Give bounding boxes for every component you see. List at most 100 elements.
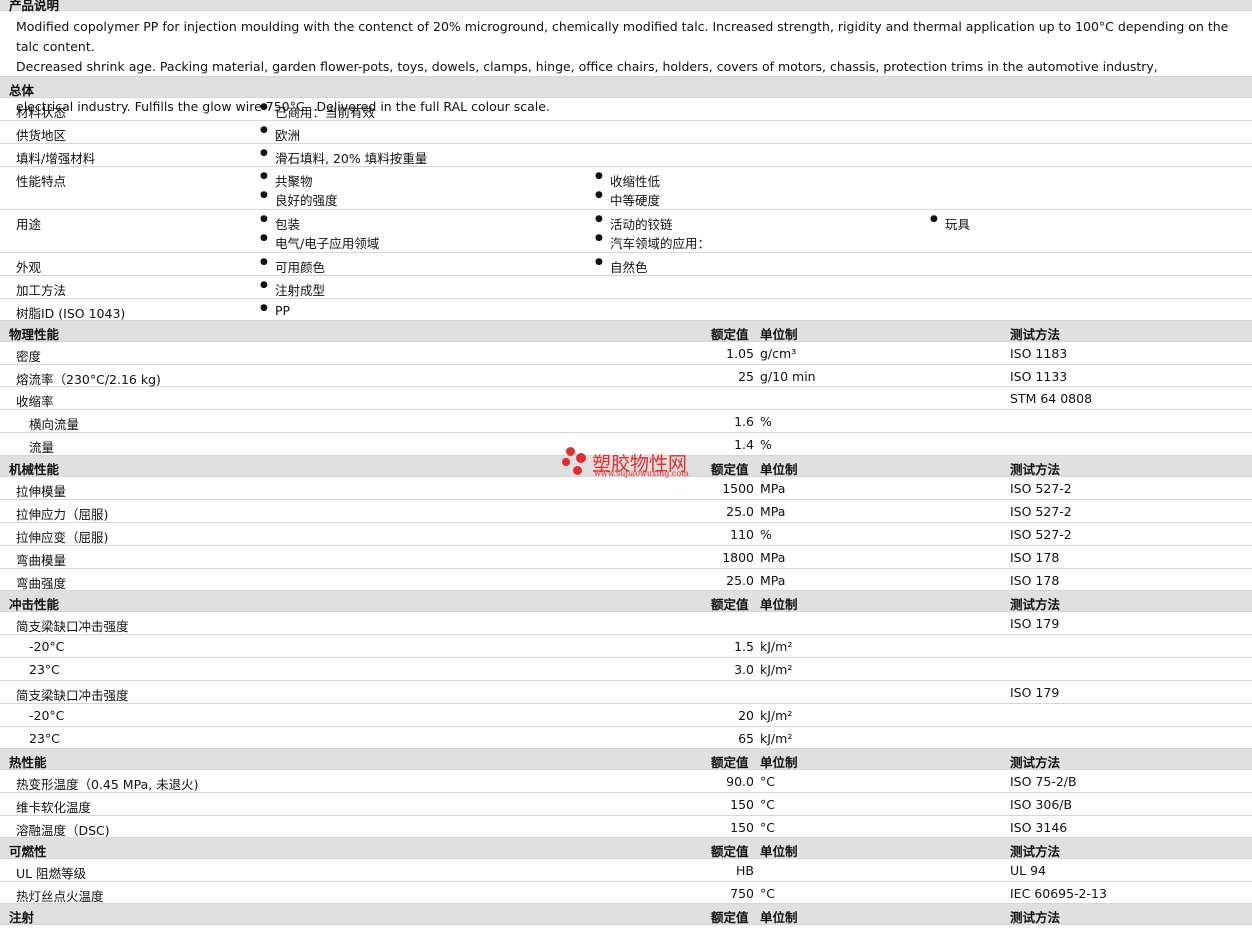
general-row: 外观 可用颜色 自然色 bbox=[0, 253, 1252, 276]
row-item: 中等硬度 bbox=[595, 190, 660, 209]
row-item: 滑石填料, 20% 填料按重量 bbox=[260, 148, 427, 167]
col-header-method: 测试方法 bbox=[1010, 597, 1061, 612]
test-method: ISO 527-2 bbox=[1010, 527, 1072, 542]
property-row: 23°C 65 kJ/m² bbox=[0, 727, 1252, 749]
property-label: 拉伸应变（屈服) bbox=[16, 530, 109, 545]
property-label: 简支梁缺口冲击强度 bbox=[16, 688, 129, 703]
row-label: 外观 bbox=[16, 260, 42, 275]
property-row: -20°C 20 kJ/m² bbox=[0, 704, 1252, 727]
property-unit: kJ/m² bbox=[760, 731, 793, 746]
property-row: 热变形温度（0.45 MPa, 未退火) 90.0 °C ISO 75-2/B bbox=[0, 770, 1252, 793]
general-row: 填料/增强材料 滑石填料, 20% 填料按重量 bbox=[0, 144, 1252, 167]
property-unit: °C bbox=[760, 797, 775, 812]
property-label: 简支梁缺口冲击强度 bbox=[16, 619, 129, 634]
property-unit: % bbox=[760, 527, 772, 542]
property-unit: % bbox=[760, 437, 772, 452]
property-unit: MPa bbox=[760, 504, 786, 519]
property-label: 维卡软化温度 bbox=[16, 800, 92, 815]
row-item: 欧洲 bbox=[260, 125, 300, 144]
row-label: 材料状态 bbox=[16, 105, 67, 120]
property-value: HB bbox=[736, 863, 754, 878]
property-unit: MPa bbox=[760, 573, 786, 588]
test-method: ISO 306/B bbox=[1010, 797, 1073, 812]
property-value: 25.0 bbox=[726, 573, 754, 588]
row-item: 收缩性低 bbox=[595, 171, 660, 190]
row-item: 共聚物 bbox=[260, 171, 312, 190]
property-label: 拉伸模量 bbox=[16, 484, 67, 499]
section-title: 可燃性 bbox=[9, 844, 47, 859]
property-value: 150 bbox=[730, 820, 754, 835]
row-item: 汽车领域的应用： bbox=[595, 233, 710, 252]
property-label: 拉伸应力（屈服) bbox=[16, 507, 109, 522]
property-value: 65 bbox=[738, 731, 754, 746]
section-header-physical: 物理性能 额定值 单位制 测试方法 bbox=[0, 321, 1252, 342]
row-item: 包装 bbox=[260, 214, 300, 233]
row-label: 填料/增强材料 bbox=[16, 151, 96, 166]
property-value: 1.6 bbox=[734, 414, 754, 429]
section-title: 总体 bbox=[9, 83, 35, 98]
section-header-injection: 注射 额定值 单位制 测试方法 bbox=[0, 904, 1252, 925]
property-unit: g/10 min bbox=[760, 369, 816, 384]
row-item: 注射成型 bbox=[260, 280, 325, 299]
general-row: 用途 包装 活动的铰链 玩具 电气/电子应用领域 汽车领域的应用： bbox=[0, 210, 1252, 253]
col-header-method: 测试方法 bbox=[1010, 327, 1061, 342]
watermark-url: www.sujiaowuxing.com bbox=[594, 469, 689, 478]
row-item: 可用颜色 bbox=[260, 257, 325, 276]
section-title: 热性能 bbox=[9, 755, 47, 770]
col-header-unit: 单位制 bbox=[760, 755, 798, 770]
property-unit: °C bbox=[760, 774, 775, 789]
section-header-thermal: 热性能 额定值 单位制 测试方法 bbox=[0, 749, 1252, 770]
property-unit: kJ/m² bbox=[760, 708, 793, 723]
logo-dot bbox=[562, 458, 570, 466]
section-header-impact: 冲击性能 额定值 单位制 测试方法 bbox=[0, 591, 1252, 612]
property-row: 收缩率 STM 64 0808 bbox=[0, 387, 1252, 410]
property-row: 拉伸应变（屈服) 110% ISO 527-2 bbox=[0, 523, 1252, 546]
col-header-value: 额定值 bbox=[711, 910, 749, 925]
general-row: 材料状态 已商用：当前有效 bbox=[0, 98, 1252, 121]
property-value: 3.0 bbox=[734, 662, 754, 677]
property-row: UL 阻燃等级 HB UL 94 bbox=[0, 859, 1252, 882]
property-value: 1.05 bbox=[726, 346, 754, 361]
section-title: 注射 bbox=[9, 910, 35, 925]
logo-dot bbox=[573, 466, 582, 475]
test-method: ISO 178 bbox=[1010, 550, 1060, 565]
property-label: 熔流率（230°C/2.16 kg) bbox=[16, 372, 161, 387]
property-value: 25 bbox=[738, 369, 754, 384]
general-row: 树脂ID (ISO 1043) PP bbox=[0, 299, 1252, 321]
general-row: 供货地区 欧洲 bbox=[0, 121, 1252, 144]
property-row: 密度 1.05 g/cm³ ISO 1183 bbox=[0, 342, 1252, 365]
section-title: 冲击性能 bbox=[9, 597, 60, 612]
col-header-value: 额定值 bbox=[711, 844, 749, 859]
col-header-unit: 单位制 bbox=[760, 597, 798, 612]
row-item: 良好的强度 bbox=[260, 190, 337, 209]
col-header-method: 测试方法 bbox=[1010, 844, 1061, 859]
test-method: ISO 178 bbox=[1010, 573, 1060, 588]
col-header-unit: 单位制 bbox=[760, 844, 798, 859]
property-label: 23°C bbox=[29, 731, 60, 746]
property-row: 弯曲模量 1800 MPa ISO 178 bbox=[0, 546, 1252, 569]
property-unit: kJ/m² bbox=[760, 662, 793, 677]
row-label: 加工方法 bbox=[16, 283, 67, 298]
property-unit: MPa bbox=[760, 550, 786, 565]
col-header-method: 测试方法 bbox=[1010, 462, 1061, 477]
property-value: 750 bbox=[730, 886, 754, 901]
row-item: PP bbox=[260, 303, 290, 318]
property-label: -20°C bbox=[29, 708, 65, 723]
property-value: 1.5 bbox=[734, 639, 754, 654]
row-label: 用途 bbox=[16, 217, 42, 232]
test-method: ISO 179 bbox=[1010, 616, 1060, 631]
test-method: ISO 527-2 bbox=[1010, 504, 1072, 519]
property-unit: °C bbox=[760, 820, 775, 835]
property-value: 20 bbox=[738, 708, 754, 723]
property-row: 熔流率（230°C/2.16 kg) 25 g/10 min ISO 1133 bbox=[0, 365, 1252, 387]
row-item: 自然色 bbox=[595, 257, 647, 276]
row-item: 电气/电子应用领域 bbox=[260, 233, 379, 252]
property-row: -20°C 1.5 kJ/m² bbox=[0, 635, 1252, 658]
property-label: 热变形温度（0.45 MPa, 未退火) bbox=[16, 777, 199, 792]
property-unit: % bbox=[760, 414, 772, 429]
watermark-logo: 塑胶物性网 www.sujiaowuxing.com bbox=[562, 447, 702, 483]
property-unit: °C bbox=[760, 886, 775, 901]
col-header-value: 额定值 bbox=[711, 755, 749, 770]
desc-title: 产品说明 bbox=[9, 0, 60, 13]
col-header-method: 测试方法 bbox=[1010, 910, 1061, 925]
